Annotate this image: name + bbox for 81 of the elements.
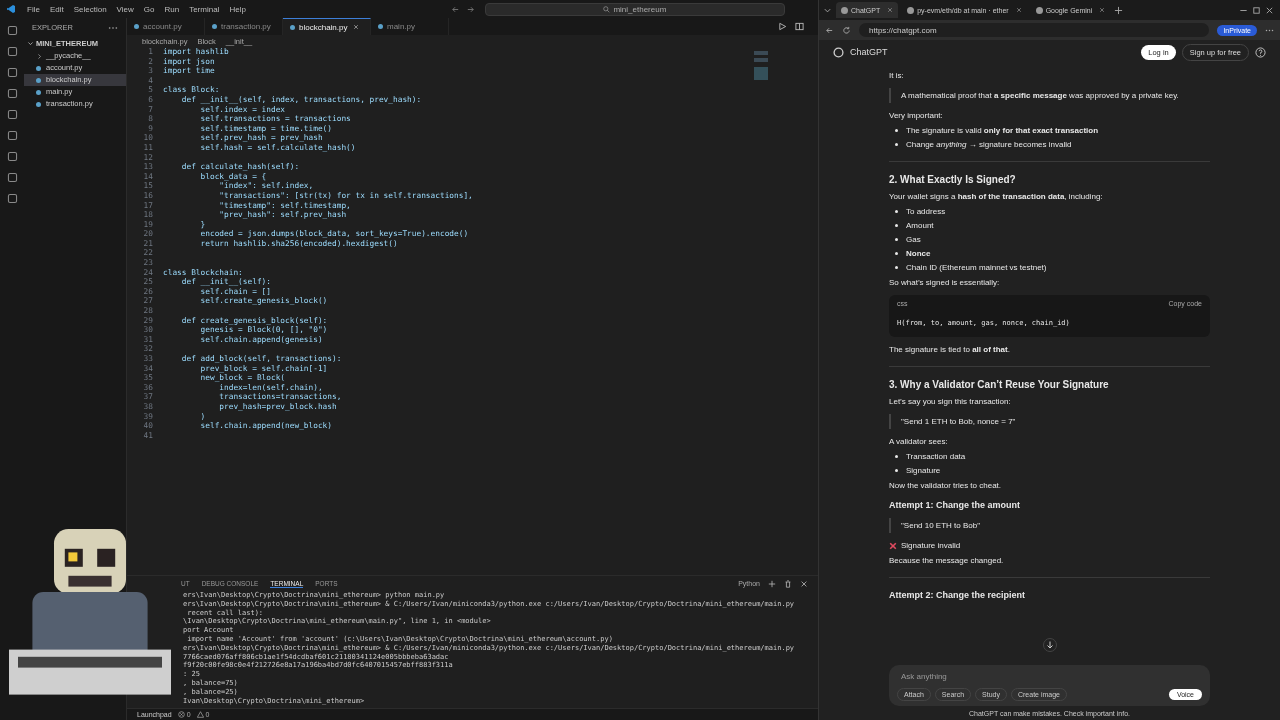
- address-field[interactable]: https://chatgpt.com: [859, 23, 1210, 37]
- bullet-item: To address: [906, 206, 946, 217]
- chevron-icon: [36, 52, 43, 60]
- new-tab-icon[interactable]: [1114, 5, 1124, 15]
- trash-icon[interactable]: [784, 579, 792, 588]
- editor-tab[interactable]: blockchain.py: [283, 18, 371, 35]
- menu-item[interactable]: Run: [159, 4, 185, 14]
- close-icon[interactable]: [1099, 7, 1106, 13]
- bullet-item: Nonce: [906, 248, 931, 259]
- bullet-icon: [895, 210, 898, 213]
- close-icon[interactable]: [887, 7, 894, 13]
- favicon-icon: [841, 6, 848, 14]
- menu-item[interactable]: Go: [138, 4, 160, 14]
- bullet-icon: [895, 129, 898, 132]
- back-icon[interactable]: [450, 4, 460, 14]
- scroll-down-button[interactable]: [1043, 638, 1057, 652]
- menu-item[interactable]: Terminal: [184, 4, 225, 14]
- close-icon[interactable]: [1015, 7, 1022, 13]
- bullet-item: Transaction data: [906, 451, 966, 462]
- help-icon[interactable]: [1255, 46, 1266, 58]
- subheading: Attempt 2: Change the recipient: [889, 589, 1026, 601]
- menu-item[interactable]: Selection: [68, 4, 112, 14]
- bullet-item: Change anything → signature becomes invalid: [906, 139, 1072, 150]
- paragraph: Your wallet signs a hash of the transaction data, including:: [889, 191, 1104, 202]
- blockquote: A mathematical proof that a specific message was approved by a private key.: [889, 88, 1210, 103]
- chevron-icon[interactable]: [27, 40, 34, 47]
- menu-item[interactable]: View: [111, 4, 139, 14]
- menu-item[interactable]: Help: [224, 4, 251, 14]
- paragraph: Let’s say you sign this transaction:: [889, 396, 1012, 407]
- logo-icon: [833, 46, 844, 58]
- python-file-icon: [212, 24, 217, 29]
- subheading: Attempt 1: Change the amount: [889, 499, 1021, 511]
- split-editor-icon[interactable]: [795, 22, 804, 31]
- bullet-icon: [895, 469, 898, 472]
- python-file-icon: [290, 24, 295, 30]
- bullet-item: Signature: [906, 465, 941, 476]
- paragraph: Now the validator tries to cheat.: [889, 480, 1003, 491]
- cross-icon: [889, 541, 897, 550]
- run-icon[interactable]: [778, 22, 787, 31]
- bullet-item: Gas: [906, 234, 921, 245]
- plus-icon[interactable]: [768, 579, 776, 588]
- bullet-icon: [895, 224, 898, 227]
- paragraph: Because the message changed.: [889, 555, 1005, 566]
- paragraph: So what’s signed is essentially:: [889, 277, 1001, 288]
- bullet-icon: [895, 455, 898, 458]
- message-field[interactable]: Ask anything: [897, 670, 1202, 683]
- blockquote: "Send 10 ETH to Bob": [889, 518, 1210, 533]
- python-file-icon: [378, 24, 383, 29]
- favicon-icon: [907, 6, 915, 14]
- menu-item[interactable]: Edit: [44, 4, 69, 14]
- bullet-icon: [895, 266, 898, 269]
- forward-icon[interactable]: [465, 4, 475, 14]
- section-heading: 3. Why a Validator Can’t Reuse Your Signature: [889, 378, 1110, 391]
- bullet-item: Amount: [906, 220, 934, 231]
- paragraph: Very important:: [889, 110, 944, 121]
- paragraph: A validator sees:: [889, 436, 949, 447]
- bullet-icon: [895, 143, 898, 146]
- bullet-icon: [895, 238, 898, 241]
- maximize-icon[interactable]: [1252, 5, 1261, 15]
- paragraph: The signature is tied to all of that.: [889, 344, 1011, 355]
- close-icon[interactable]: [353, 24, 360, 30]
- bullet-item: The signature is valid only for that exact transaction: [906, 125, 1099, 136]
- command-center-field[interactable]: mini_ethereum: [484, 2, 785, 16]
- paragraph: It is:: [889, 70, 905, 81]
- bullet-item: Chain ID (Ethereum mainnet vs testnet): [906, 262, 1047, 273]
- menu-item[interactable]: File: [22, 4, 45, 14]
- back-icon[interactable]: [825, 25, 834, 35]
- editor-tab[interactable]: account.py: [127, 18, 205, 35]
- favicon-icon: [1035, 6, 1043, 14]
- close-icon[interactable]: [1265, 5, 1274, 15]
- section-heading: 2. What Exactly Is Signed?: [889, 173, 1017, 186]
- editor-tab[interactable]: main.py: [371, 18, 449, 35]
- more-icon[interactable]: [108, 25, 118, 30]
- blockquote: "Send 1 ETH to Bob, nonce = 7": [889, 414, 1210, 429]
- model-selector[interactable]: ChatGPT: [850, 47, 888, 57]
- refresh-icon[interactable]: [842, 25, 851, 35]
- vscode-logo-icon: [6, 4, 16, 14]
- close-icon[interactable]: [800, 579, 808, 588]
- bullet-icon: [895, 252, 898, 255]
- python-file-icon: [134, 24, 139, 29]
- status-text: Signature invalid: [901, 540, 961, 551]
